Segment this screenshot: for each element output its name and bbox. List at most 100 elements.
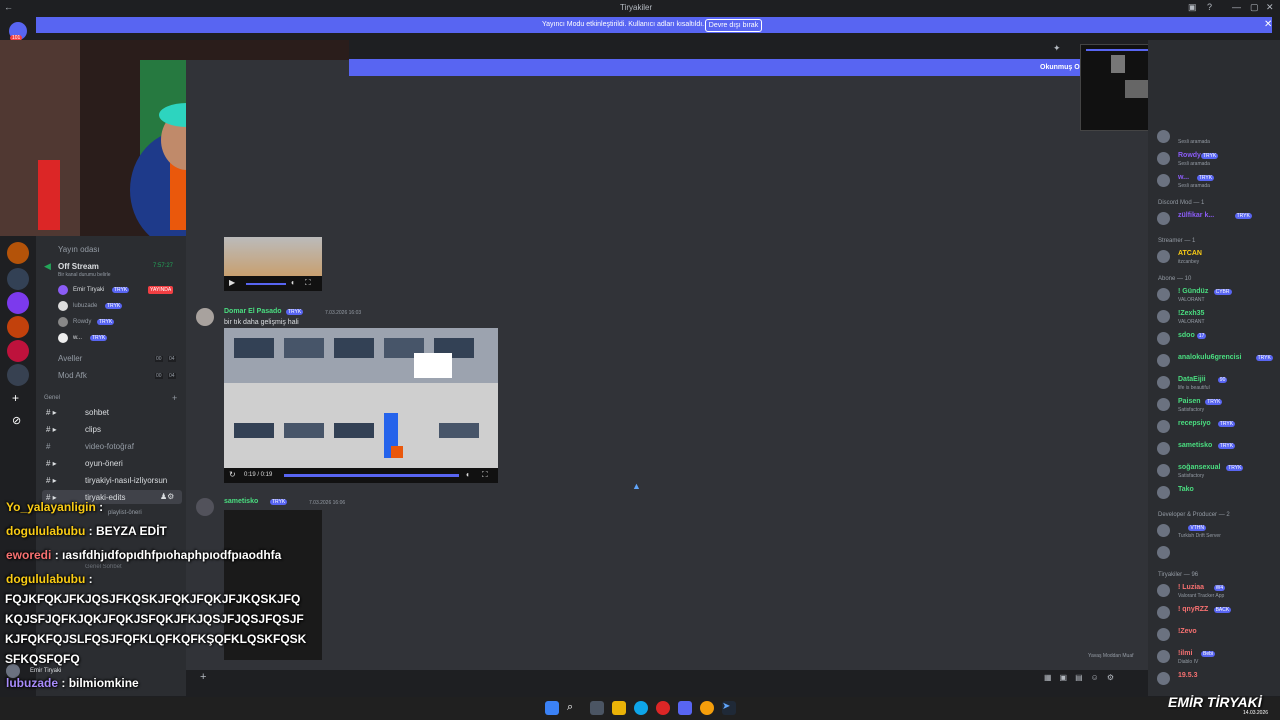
member-name[interactable]: ATCAN <box>1178 250 1202 257</box>
member-avatar[interactable] <box>1157 212 1170 225</box>
disable-streamer-mode-button[interactable]: Devre dışı bırak <box>705 19 762 32</box>
fullscreen-icon[interactable]: ⛶ <box>482 470 488 480</box>
avatar[interactable] <box>196 308 214 326</box>
search-icon[interactable]: ⌕ <box>567 701 573 715</box>
member-avatar[interactable] <box>1157 130 1170 143</box>
file-explorer-icon[interactable] <box>612 701 626 715</box>
member-name[interactable]: !Zexh35 <box>1178 310 1204 317</box>
close-icon[interactable]: ✕ <box>1264 19 1272 30</box>
browser-icon[interactable] <box>634 701 648 715</box>
member-avatar[interactable] <box>1157 650 1170 663</box>
minimize-button[interactable]: — <box>1232 2 1241 12</box>
help-icon[interactable]: ? <box>1207 2 1212 12</box>
server-icon[interactable] <box>7 292 29 314</box>
channel-oyun-oneri[interactable]: oyun-öneri <box>85 459 123 468</box>
channel-tiryakiyi-nasil-izliyorsun[interactable]: tiryakiyi-nasıl-izliyorsun <box>85 476 167 485</box>
member-avatar[interactable] <box>1157 152 1170 165</box>
voice-member-name[interactable]: Rowdy <box>73 319 91 325</box>
discord-icon[interactable] <box>678 701 692 715</box>
voice-category[interactable]: Yayın odası <box>58 245 100 254</box>
member-name[interactable]: recepsiyo <box>1178 420 1211 427</box>
server-icon[interactable] <box>7 268 29 290</box>
member-name[interactable]: analokulu6grencisi <box>1178 354 1241 361</box>
member-name[interactable]: sametisko <box>1178 442 1212 449</box>
text-category[interactable]: Genel <box>44 395 60 401</box>
message-author[interactable]: sametisko <box>224 498 258 505</box>
start-icon[interactable] <box>545 701 559 715</box>
voice-member-name[interactable]: lubuzade <box>73 303 97 309</box>
member-name[interactable]: Rowdy <box>1178 152 1201 159</box>
member-avatar[interactable] <box>1157 398 1170 411</box>
avatar[interactable] <box>196 498 214 516</box>
member-name[interactable]: DataEijii <box>1178 376 1206 383</box>
close-window-button[interactable]: ✕ <box>1266 2 1274 13</box>
message-author[interactable]: Domar El Pasado <box>224 308 282 315</box>
steam-icon[interactable]: ➤ <box>722 701 736 715</box>
video-attachment[interactable] <box>224 328 498 468</box>
voice-member-name[interactable]: Emir Tiryaki <box>73 287 104 293</box>
channel-clips[interactable]: clips <box>85 425 101 434</box>
voice-channel-mod-afk[interactable]: Mod Afk <box>58 371 87 380</box>
member-avatar[interactable] <box>1157 174 1170 187</box>
replay-icon[interactable]: ↻ <box>229 470 236 479</box>
task-view-icon[interactable] <box>590 701 604 715</box>
server-icon[interactable] <box>7 242 29 264</box>
member-avatar[interactable] <box>1157 672 1170 685</box>
channel-video-fotograf[interactable]: video-fotoğraf <box>85 442 134 451</box>
back-arrow-icon[interactable]: ← <box>4 2 13 12</box>
server-icon[interactable] <box>7 364 29 386</box>
channel-sohbet[interactable]: sohbet <box>85 408 109 417</box>
app-icon[interactable] <box>656 701 670 715</box>
fullscreen-icon[interactable]: ⛶ <box>305 278 311 288</box>
member-name[interactable]: zülfikar k... <box>1178 212 1214 219</box>
voice-channel-off-stream[interactable]: Off Stream <box>58 262 99 271</box>
member-avatar[interactable] <box>1157 606 1170 619</box>
server-icon[interactable] <box>7 316 29 338</box>
member-name[interactable]: ! Gündüz <box>1178 288 1208 295</box>
pin-icon[interactable]: ✦ <box>1053 43 1061 54</box>
maximize-button[interactable]: ▢ <box>1250 2 1259 13</box>
volume-icon[interactable]: ◖ <box>290 278 295 287</box>
add-server-icon[interactable]: + <box>12 391 19 405</box>
member-name[interactable]: w... <box>1178 174 1189 181</box>
member-avatar[interactable] <box>1157 486 1170 499</box>
mark-as-read-button[interactable]: Okunmuş Ol <box>1040 64 1082 71</box>
video-progress-bar[interactable] <box>246 283 286 285</box>
member-avatar[interactable] <box>1157 310 1170 323</box>
composer-tools-icon[interactable]: ▦▣▤☺⚙ <box>1044 673 1122 682</box>
video-attachment-preview[interactable] <box>224 237 322 276</box>
channel-genel-sohbet[interactable]: Genel Sohbet <box>85 564 122 570</box>
member-name[interactable]: sdoo <box>1178 332 1195 339</box>
server-icon[interactable] <box>7 340 29 362</box>
member-avatar[interactable] <box>1157 524 1170 537</box>
voice-channel-aveller[interactable]: Aveller <box>58 354 82 363</box>
inbox-icon[interactable]: ▣ <box>1188 2 1197 13</box>
volume-icon[interactable]: ◖ <box>465 470 470 479</box>
voice-member-name[interactable]: w... <box>73 335 82 341</box>
member-name[interactable]: !Zevo <box>1178 628 1197 635</box>
member-name[interactable]: ! qnyRZZ <box>1178 606 1208 613</box>
member-name[interactable]: ! Luziaa <box>1178 584 1204 591</box>
member-name[interactable]: Paisen <box>1178 398 1201 405</box>
channel-playlist-oneri[interactable]: playlist-öneri <box>108 510 142 516</box>
member-avatar[interactable] <box>1157 332 1170 345</box>
member-avatar[interactable] <box>1157 584 1170 597</box>
member-avatar[interactable] <box>1157 376 1170 389</box>
unread-bar[interactable] <box>349 59 1084 76</box>
member-avatar[interactable] <box>1157 288 1170 301</box>
chrome-icon[interactable] <box>700 701 714 715</box>
play-icon[interactable]: ▶ <box>229 278 235 287</box>
channel-status[interactable]: Bir kanal durumu belirle <box>58 272 111 278</box>
member-avatar[interactable] <box>1157 250 1170 263</box>
invite-icon[interactable]: ♟⚙ <box>160 492 174 501</box>
discover-icon[interactable]: ⊘ <box>12 414 21 427</box>
member-avatar[interactable] <box>1157 546 1170 559</box>
attach-icon[interactable]: + <box>200 671 206 683</box>
add-channel-icon[interactable]: + <box>172 393 177 403</box>
member-avatar[interactable] <box>1157 464 1170 477</box>
member-avatar[interactable] <box>1157 442 1170 455</box>
member-avatar[interactable] <box>1157 420 1170 433</box>
video-progress-bar[interactable] <box>284 474 459 477</box>
member-name[interactable]: soğansexual <box>1178 464 1220 471</box>
member-name[interactable]: Tako <box>1178 486 1194 493</box>
